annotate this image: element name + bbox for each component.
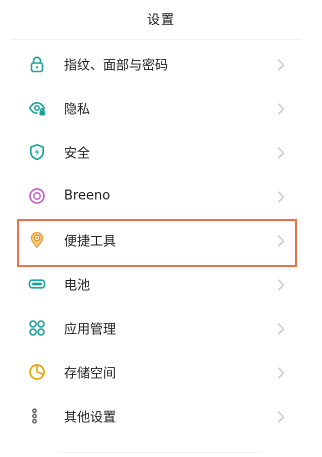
settings-item-breeno[interactable]: Breeno [0, 174, 322, 218]
settings-screen: 设置 指纹、面部与密码 隐私 安全 Breeno 便捷工具 电池 应用管理 存储… [0, 0, 322, 457]
battery-icon [28, 275, 46, 293]
settings-item-label: 便捷工具 [64, 234, 117, 250]
settings-item-fingerprint-face-password[interactable]: 指纹、面部与密码 [0, 42, 322, 86]
title-bar: 设置 [0, 0, 322, 36]
settings-item-label: 指纹、面部与密码 [64, 58, 169, 74]
bottom-divider [60, 452, 260, 453]
chevron-right-icon [276, 101, 286, 115]
settings-list: 指纹、面部与密码 隐私 安全 Breeno 便捷工具 电池 应用管理 存储空间 … [0, 42, 322, 438]
app-management-icon [28, 319, 46, 337]
chevron-right-icon [276, 189, 286, 203]
settings-item-app-management[interactable]: 应用管理 [0, 306, 322, 350]
settings-item-label: 应用管理 [64, 322, 117, 338]
chevron-right-icon [276, 409, 286, 423]
settings-item-security[interactable]: 安全 [0, 130, 322, 174]
chevron-right-icon [276, 145, 286, 159]
settings-item-label: 其他设置 [64, 410, 117, 426]
other-settings-dots-icon [28, 407, 46, 425]
settings-item-privacy[interactable]: 隐私 [0, 86, 322, 130]
settings-item-label: 隐私 [64, 102, 91, 118]
header-divider [12, 39, 302, 40]
shield-bolt-icon [28, 143, 46, 161]
settings-item-other-settings[interactable]: 其他设置 [0, 394, 322, 438]
settings-item-label: 存储空间 [64, 366, 117, 382]
settings-item-storage[interactable]: 存储空间 [0, 350, 322, 394]
privacy-eye-icon [28, 99, 46, 117]
chevron-right-icon [276, 57, 286, 71]
page-title: 设置 [146, 12, 175, 28]
settings-item-battery[interactable]: 电池 [0, 262, 322, 306]
lock-icon [28, 55, 46, 73]
chevron-right-icon [276, 321, 286, 335]
settings-item-convenience-tools[interactable]: 便捷工具 [0, 218, 322, 262]
breeno-ring-icon [28, 187, 46, 205]
settings-item-label: Breeno [64, 188, 111, 204]
chevron-right-icon [276, 277, 286, 291]
chevron-right-icon [276, 233, 286, 247]
settings-item-label: 电池 [64, 278, 91, 294]
settings-item-label: 安全 [64, 146, 91, 162]
chevron-right-icon [276, 365, 286, 379]
storage-pie-icon [28, 363, 46, 381]
convenience-tools-icon [28, 231, 46, 249]
